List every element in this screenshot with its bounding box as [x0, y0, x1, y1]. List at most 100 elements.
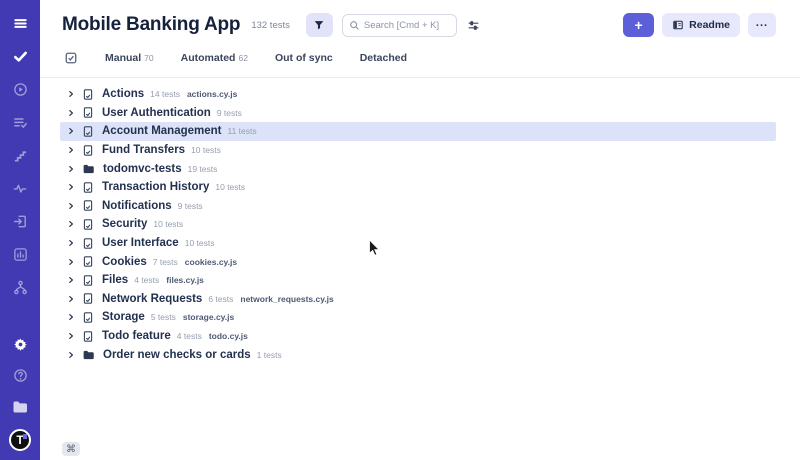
list-check-icon[interactable]: [12, 114, 29, 131]
more-button[interactable]: ...: [748, 13, 776, 37]
suite-name: Actions: [102, 88, 144, 100]
bar-chart-icon[interactable]: [12, 246, 29, 263]
tab[interactable]: Manual 70: [105, 52, 154, 64]
chevron-right-icon[interactable]: [67, 295, 75, 303]
suite-test-count: 1 tests: [257, 350, 282, 360]
test-suite-row[interactable]: Network Requests 6 tests network_request…: [60, 290, 776, 309]
cmd-shortcut-badge[interactable]: ⌘: [62, 442, 80, 456]
suite-test-count: 10 tests: [153, 219, 183, 229]
login-icon[interactable]: [12, 213, 29, 230]
suite-test-count: 10 tests: [185, 238, 215, 248]
file-icon: [82, 274, 94, 287]
chevron-right-icon[interactable]: [67, 146, 75, 154]
file-icon: [82, 255, 94, 268]
file-icon: [82, 237, 94, 250]
test-suite-row[interactable]: todomvc-tests 19 tests: [60, 159, 776, 178]
select-all-icon[interactable]: [64, 51, 78, 65]
suite-name: Todo feature: [102, 330, 171, 342]
suite-test-count: 4 tests: [177, 331, 202, 341]
chevron-right-icon[interactable]: [67, 165, 75, 173]
spec-file-name: files.cy.js: [166, 275, 204, 285]
search-icon: [349, 20, 360, 31]
spec-file-name: todo.cy.js: [209, 331, 248, 341]
suite-test-count: 11 tests: [228, 126, 257, 136]
test-suite-row[interactable]: Cookies 7 tests cookies.cy.js: [60, 252, 776, 271]
tab-count: 70: [144, 53, 153, 63]
readme-label: Readme: [689, 19, 730, 31]
tab-label: Automated: [181, 52, 236, 64]
suite-test-count: 4 tests: [134, 275, 159, 285]
file-icon: [82, 311, 94, 324]
chevron-right-icon[interactable]: [67, 90, 75, 98]
suite-name: Cookies: [102, 256, 147, 268]
tab-label: Manual: [105, 52, 141, 64]
header: Mobile Banking App 132 tests +: [40, 0, 800, 46]
test-suite-row[interactable]: Notifications 9 tests: [60, 197, 776, 216]
book-icon: [672, 19, 684, 31]
gear-icon[interactable]: [12, 336, 29, 353]
test-suite-row[interactable]: Files 4 tests files.cy.js: [60, 271, 776, 290]
chevron-right-icon[interactable]: [67, 220, 75, 228]
search-input[interactable]: [364, 20, 450, 31]
suite-test-count: 7 tests: [153, 257, 178, 267]
tab[interactable]: Out of sync: [275, 52, 333, 64]
total-tests-count: 132 tests: [251, 20, 290, 31]
git-branch-icon[interactable]: [12, 279, 29, 296]
tab[interactable]: Detached: [360, 52, 407, 64]
tab[interactable]: Automated 62: [181, 52, 248, 64]
sidebar-bottom-icons: [12, 336, 29, 429]
filter-button[interactable]: [306, 13, 333, 37]
activity-icon[interactable]: [12, 180, 29, 197]
suite-name: todomvc-tests: [103, 163, 182, 175]
chevron-right-icon[interactable]: [67, 276, 75, 284]
suite-name: User Authentication: [102, 107, 211, 119]
spec-file-name: network_requests.cy.js: [240, 294, 333, 304]
file-icon: [82, 88, 94, 101]
chevron-right-icon[interactable]: [67, 258, 75, 266]
suite-test-count: 6 tests: [208, 294, 233, 304]
chevron-right-icon[interactable]: [67, 183, 75, 191]
test-suite-row[interactable]: User Interface 10 tests: [60, 234, 776, 253]
test-suite-row[interactable]: User Authentication 9 tests: [60, 104, 776, 123]
test-suite-row[interactable]: Fund Transfers 10 tests: [60, 141, 776, 160]
chevron-right-icon[interactable]: [67, 239, 75, 247]
test-suite-row[interactable]: Actions 14 tests actions.cy.js: [60, 85, 776, 104]
test-suite-row[interactable]: Account Management 11 tests: [60, 122, 776, 141]
test-suite-row[interactable]: Transaction History 10 tests: [60, 178, 776, 197]
adjustments-icon[interactable]: [467, 19, 480, 32]
test-suite-row[interactable]: Storage 5 tests storage.cy.js: [60, 308, 776, 327]
chevron-right-icon[interactable]: [67, 109, 75, 117]
chevron-right-icon[interactable]: [67, 332, 75, 340]
folder-icon[interactable]: [12, 398, 29, 415]
chevron-right-icon[interactable]: [67, 127, 75, 135]
suite-name: Fund Transfers: [102, 144, 185, 156]
play-circle-icon[interactable]: [12, 81, 29, 98]
chevron-right-icon[interactable]: [67, 351, 75, 359]
file-icon: [82, 181, 94, 194]
check-icon[interactable]: [12, 48, 29, 65]
suite-name: Order new checks or cards: [103, 349, 251, 361]
file-icon: [82, 330, 94, 343]
stairs-icon[interactable]: [12, 147, 29, 164]
help-icon[interactable]: [12, 367, 29, 384]
avatar-accent: [23, 434, 27, 439]
suite-name: Account Management: [102, 125, 222, 137]
file-icon: [82, 292, 94, 305]
readme-button[interactable]: Readme: [662, 13, 740, 37]
file-icon: [82, 199, 94, 212]
chevron-right-icon[interactable]: [67, 202, 75, 210]
chevron-right-icon[interactable]: [67, 313, 75, 321]
suite-test-count: 10 tests: [191, 145, 221, 155]
funnel-icon: [313, 19, 325, 31]
suite-name: Notifications: [102, 200, 172, 212]
suite-name: Files: [102, 274, 128, 286]
test-suite-row[interactable]: Security 10 tests: [60, 215, 776, 234]
folder-icon: [82, 349, 95, 361]
spec-file-name: storage.cy.js: [183, 312, 234, 322]
icon-sidebar: T: [0, 0, 40, 460]
add-button[interactable]: +: [623, 13, 654, 37]
test-suite-row[interactable]: Todo feature 4 tests todo.cy.js: [60, 327, 776, 346]
user-avatar[interactable]: T: [9, 429, 31, 451]
test-suite-row[interactable]: Order new checks or cards 1 tests: [60, 345, 776, 364]
menu-icon[interactable]: [12, 15, 29, 32]
